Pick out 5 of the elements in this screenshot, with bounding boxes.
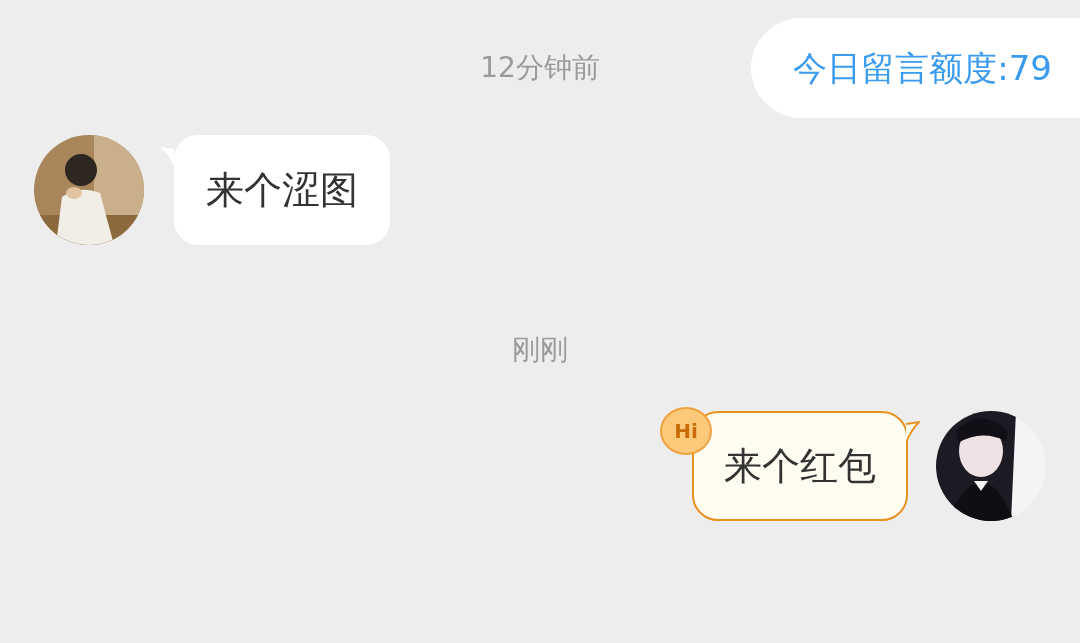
timestamp: 12分钟前 bbox=[480, 50, 600, 86]
timestamp: 刚刚 bbox=[512, 332, 568, 368]
message-quota-pill: 今日留言额度:79 bbox=[751, 18, 1080, 118]
message-bubble: 来个涩图 bbox=[174, 135, 390, 245]
bubble-tail-icon bbox=[906, 421, 920, 443]
